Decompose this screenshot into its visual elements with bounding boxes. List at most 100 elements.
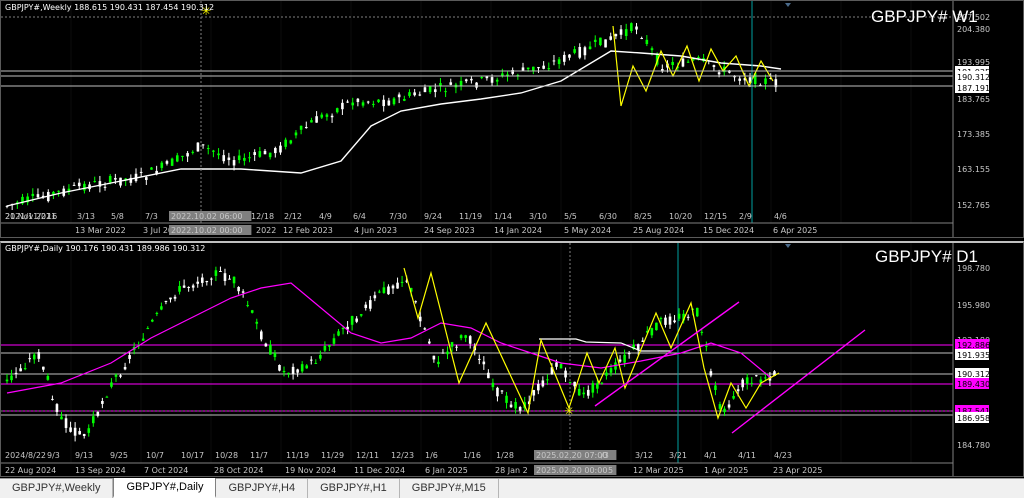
time-label: 12/15 bbox=[704, 212, 727, 221]
time-label: 19 Nov 2024 bbox=[285, 466, 336, 475]
time-label: 24 Sep 2023 bbox=[424, 226, 475, 235]
time-label: 10/28 bbox=[215, 451, 238, 460]
time-label: 5 bbox=[608, 466, 613, 475]
time-label: 11 Dec 2024 bbox=[354, 466, 405, 475]
time-label: 7/30 bbox=[389, 212, 407, 221]
time-label: 6 Jan 2025 bbox=[425, 466, 468, 475]
time-label: 6/30 bbox=[599, 212, 617, 221]
tab-h1[interactable]: GBPJPY#,H1 bbox=[308, 479, 400, 498]
chart-tab-bar: GBPJPY#,Weekly GBPJPY#,Daily GBPJPY#,H4 … bbox=[0, 478, 1024, 498]
daily-chart-svg: ✳ 198.780195.980193.180192.886191.935190… bbox=[1, 243, 990, 476]
time-label: 4/23 bbox=[774, 451, 792, 460]
time-label: 10/7 bbox=[146, 451, 164, 460]
time-label: 3/21 bbox=[669, 451, 687, 460]
tab-h4[interactable]: GBPJPY#,H4 bbox=[216, 479, 309, 498]
price-label: 186.958 bbox=[957, 414, 990, 423]
price-label: 190.312 bbox=[957, 370, 990, 379]
time-label: 12 Mar 2025 bbox=[633, 466, 684, 475]
time-label: 2022 bbox=[256, 226, 276, 235]
time-label: 13 Mar 2022 bbox=[75, 226, 126, 235]
price-label: 189.430 bbox=[957, 380, 990, 389]
weekly-chart-pane[interactable]: ✳ 207.502204.380193.995191.935190.312187… bbox=[0, 0, 1024, 238]
price-label: 191.935 bbox=[957, 351, 990, 360]
price-label: 195.980 bbox=[957, 301, 990, 310]
weekly-zigzag bbox=[612, 25, 774, 107]
time-label: 5/5 bbox=[564, 212, 577, 221]
time-label: 28 Oct 2024 bbox=[214, 466, 263, 475]
daily-header: GBPJPY#,Daily 190.176 190.431 189.986 19… bbox=[5, 244, 206, 253]
time-label: 2022.10.02 06:00 bbox=[171, 212, 242, 221]
time-label: 12/18 bbox=[251, 212, 274, 221]
time-label: 11/19 bbox=[286, 451, 309, 460]
price-label: 184.780 bbox=[957, 441, 990, 450]
time-label: 9/24 bbox=[424, 212, 442, 221]
time-label: 7 Oct 2024 bbox=[144, 466, 188, 475]
weekly-moving-average bbox=[6, 50, 782, 207]
price-label: 193.995 bbox=[957, 58, 990, 67]
time-label: 28 Jan 2 bbox=[495, 466, 528, 475]
time-label: 2/12 bbox=[284, 212, 302, 221]
time-label: 4/1 bbox=[704, 451, 717, 460]
time-label: 11/19 bbox=[459, 212, 482, 221]
time-label: 2021/11/21 bbox=[5, 212, 51, 221]
time-label: /3 bbox=[601, 451, 609, 460]
time-label: 3/12 bbox=[635, 451, 653, 460]
time-label: 6 Apr 2025 bbox=[773, 226, 817, 235]
tab-m15[interactable]: GBPJPY#,M15 bbox=[400, 479, 499, 498]
time-label: 5/8 bbox=[111, 212, 124, 221]
time-label: 9/3 bbox=[47, 451, 60, 460]
time-label: 1/14 bbox=[494, 212, 512, 221]
time-label: 10/17 bbox=[181, 451, 204, 460]
time-label: 1/6 bbox=[425, 451, 438, 460]
time-label: 12/11 bbox=[356, 451, 379, 460]
time-label: 3/10 bbox=[529, 212, 547, 221]
time-label: 15 Dec 2024 bbox=[703, 226, 754, 235]
weekly-shift-marker bbox=[785, 3, 791, 7]
daily-cross-marker: ✳ bbox=[564, 404, 574, 418]
weekly-header: GBPJPY#,Weekly 188.615 190.431 187.454 1… bbox=[5, 3, 215, 12]
time-label: 13 Sep 2024 bbox=[75, 466, 126, 475]
time-label: 8/25 bbox=[634, 212, 652, 221]
time-label: 4/11 bbox=[738, 451, 756, 460]
time-label: 11/7 bbox=[250, 451, 268, 460]
time-label: 1 Apr 2025 bbox=[704, 466, 748, 475]
time-label: 2/9 bbox=[739, 212, 752, 221]
daily-chart-pane[interactable]: ✳ 198.780195.980193.180192.886191.935190… bbox=[0, 241, 1024, 477]
time-label: 12 Feb 2023 bbox=[283, 226, 333, 235]
time-label: 16 bbox=[47, 212, 57, 221]
weekly-big-title: GBPJPY# W1 bbox=[871, 7, 978, 26]
time-label: 7/3 bbox=[145, 212, 158, 221]
daily-zigzag bbox=[403, 267, 780, 420]
time-label: 23 Apr 2025 bbox=[773, 466, 822, 475]
time-label: 14 Jan 2024 bbox=[494, 226, 542, 235]
time-label: 5 May 2024 bbox=[564, 226, 611, 235]
price-label: 190.312 bbox=[957, 73, 990, 82]
time-label: 9/13 bbox=[75, 451, 93, 460]
time-label: 2022.10.02 00:00 bbox=[171, 226, 242, 235]
time-label: 12/23 bbox=[391, 451, 414, 460]
time-label: 25 Aug 2024 bbox=[633, 226, 684, 235]
price-label: 187.191 bbox=[957, 84, 990, 93]
tab-weekly[interactable]: GBPJPY#,Weekly bbox=[0, 479, 114, 498]
time-label: 10/20 bbox=[669, 212, 692, 221]
time-label: 22 Aug 2024 bbox=[5, 466, 56, 475]
time-label: 1/16 bbox=[463, 451, 481, 460]
price-label: 173.385 bbox=[957, 130, 990, 139]
time-label: 4/9 bbox=[319, 212, 332, 221]
tab-daily[interactable]: GBPJPY#,Daily bbox=[113, 478, 217, 498]
price-label: 152.765 bbox=[957, 201, 990, 210]
weekly-chart-svg: ✳ 207.502204.380193.995191.935190.312187… bbox=[1, 1, 990, 237]
price-label: 183.765 bbox=[957, 95, 990, 104]
daily-big-title: GBPJPY# D1 bbox=[875, 247, 978, 266]
price-label: 163.155 bbox=[957, 165, 990, 174]
time-label: 1/28 bbox=[496, 451, 514, 460]
time-label: 9/25 bbox=[110, 451, 128, 460]
price-label: 192.886 bbox=[957, 341, 990, 350]
time-label: 2024/8/22 bbox=[5, 451, 46, 460]
time-label: 2025.02.20 07:00 bbox=[536, 451, 607, 460]
time-label: 6/4 bbox=[353, 212, 366, 221]
time-label: 11/29 bbox=[321, 451, 344, 460]
time-label: 4/6 bbox=[774, 212, 787, 221]
time-label: 4 Jun 2023 bbox=[354, 226, 397, 235]
time-label: 3/13 bbox=[77, 212, 95, 221]
